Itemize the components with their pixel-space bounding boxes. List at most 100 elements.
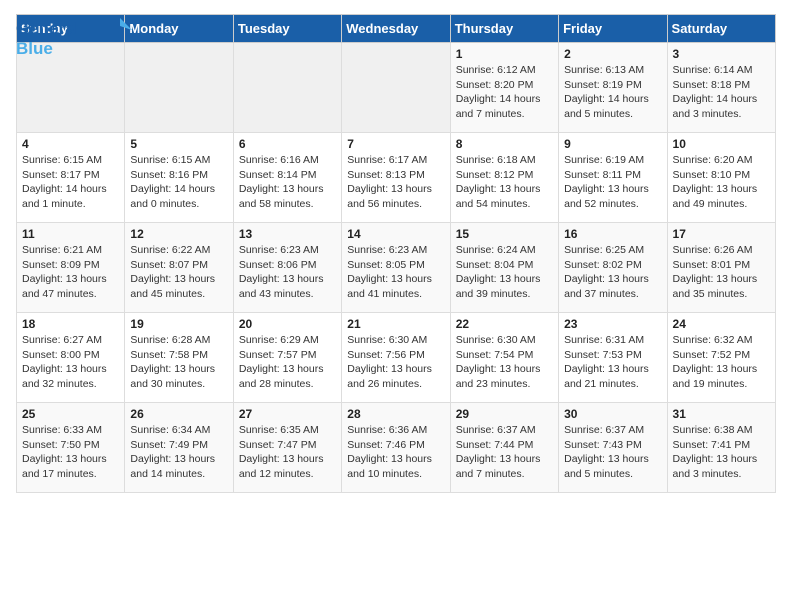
calendar-cell: 1 Sunrise: 6:12 AM Sunset: 8:20 PM Daylig… <box>450 43 558 133</box>
day-number: 29 <box>456 407 553 421</box>
weekday-header-thursday: Thursday <box>450 15 558 43</box>
day-number: 16 <box>564 227 661 241</box>
day-number: 10 <box>673 137 770 151</box>
svg-text:General: General <box>16 19 79 38</box>
day-info: Sunrise: 6:37 AM Sunset: 7:44 PM Dayligh… <box>456 423 553 482</box>
calendar-cell: 29 Sunrise: 6:37 AM Sunset: 7:44 PM Dayli… <box>450 403 558 493</box>
day-number: 15 <box>456 227 553 241</box>
calendar-table: SundayMondayTuesdayWednesdayThursdayFrid… <box>16 14 776 493</box>
calendar-cell: 4 Sunrise: 6:15 AM Sunset: 8:17 PM Daylig… <box>17 133 125 223</box>
day-number: 14 <box>347 227 444 241</box>
day-info: Sunrise: 6:20 AM Sunset: 8:10 PM Dayligh… <box>673 153 770 212</box>
day-info: Sunrise: 6:24 AM Sunset: 8:04 PM Dayligh… <box>456 243 553 302</box>
day-info: Sunrise: 6:29 AM Sunset: 7:57 PM Dayligh… <box>239 333 336 392</box>
calendar-cell: 22Sunrise: 6:30 AM Sunset: 7:54 PM Dayli… <box>450 313 558 403</box>
day-info: Sunrise: 6:15 AM Sunset: 8:17 PM Dayligh… <box>22 153 119 212</box>
calendar-cell: 9 Sunrise: 6:19 AM Sunset: 8:11 PM Daylig… <box>559 133 667 223</box>
day-number: 17 <box>673 227 770 241</box>
day-number: 26 <box>130 407 227 421</box>
day-info: Sunrise: 6:16 AM Sunset: 8:14 PM Dayligh… <box>239 153 336 212</box>
calendar-cell <box>233 43 341 133</box>
day-number: 13 <box>239 227 336 241</box>
calendar-cell: 24 Sunrise: 6:32 AM Sunset: 7:52 PM Dayli… <box>667 313 775 403</box>
calendar-cell: 20 Sunrise: 6:29 AM Sunset: 7:57 PM Dayli… <box>233 313 341 403</box>
day-info: Sunrise: 6:34 AM Sunset: 7:49 PM Dayligh… <box>130 423 227 482</box>
day-info: Sunrise: 6:22 AM Sunset: 8:07 PM Dayligh… <box>130 243 227 302</box>
day-number: 7 <box>347 137 444 151</box>
calendar-cell: 31 Sunrise: 6:38 AM Sunset: 7:41 PM Dayli… <box>667 403 775 493</box>
week-row-4: 18Sunrise: 6:27 AM Sunset: 8:00 PM Dayli… <box>17 313 776 403</box>
weekday-header-wednesday: Wednesday <box>342 15 450 43</box>
calendar-cell: 11 Sunrise: 6:21 AM Sunset: 8:09 PM Dayli… <box>17 223 125 313</box>
day-info: Sunrise: 6:18 AM Sunset: 8:12 PM Dayligh… <box>456 153 553 212</box>
day-number: 12 <box>130 227 227 241</box>
day-number: 25 <box>22 407 119 421</box>
calendar-cell: 2Sunrise: 6:13 AM Sunset: 8:19 PM Daylig… <box>559 43 667 133</box>
day-number: 21 <box>347 317 444 331</box>
day-number: 1 <box>456 47 553 61</box>
calendar-cell <box>125 43 233 133</box>
calendar-cell: 27 Sunrise: 6:35 AM Sunset: 7:47 PM Dayli… <box>233 403 341 493</box>
calendar-cell: 8 Sunrise: 6:18 AM Sunset: 8:12 PM Daylig… <box>450 133 558 223</box>
day-info: Sunrise: 6:12 AM Sunset: 8:20 PM Dayligh… <box>456 63 553 122</box>
calendar-cell: 6Sunrise: 6:16 AM Sunset: 8:14 PM Daylig… <box>233 133 341 223</box>
day-info: Sunrise: 6:25 AM Sunset: 8:02 PM Dayligh… <box>564 243 661 302</box>
calendar-cell: 26 Sunrise: 6:34 AM Sunset: 7:49 PM Dayli… <box>125 403 233 493</box>
day-info: Sunrise: 6:17 AM Sunset: 8:13 PM Dayligh… <box>347 153 444 212</box>
day-info: Sunrise: 6:38 AM Sunset: 7:41 PM Dayligh… <box>673 423 770 482</box>
calendar-cell: 15 Sunrise: 6:24 AM Sunset: 8:04 PM Dayli… <box>450 223 558 313</box>
weekday-header-monday: Monday <box>125 15 233 43</box>
day-info: Sunrise: 6:19 AM Sunset: 8:11 PM Dayligh… <box>564 153 661 212</box>
day-info: Sunrise: 6:23 AM Sunset: 8:06 PM Dayligh… <box>239 243 336 302</box>
day-info: Sunrise: 6:32 AM Sunset: 7:52 PM Dayligh… <box>673 333 770 392</box>
day-info: Sunrise: 6:31 AM Sunset: 7:53 PM Dayligh… <box>564 333 661 392</box>
svg-text:Blue: Blue <box>16 39 53 58</box>
day-info: Sunrise: 6:15 AM Sunset: 8:16 PM Dayligh… <box>130 153 227 212</box>
weekday-header-friday: Friday <box>559 15 667 43</box>
generalblue-logo-icon: General Blue <box>16 0 70 6</box>
day-number: 11 <box>22 227 119 241</box>
day-info: Sunrise: 6:21 AM Sunset: 8:09 PM Dayligh… <box>22 243 119 302</box>
weekday-header-tuesday: Tuesday <box>233 15 341 43</box>
week-row-2: 4 Sunrise: 6:15 AM Sunset: 8:17 PM Daylig… <box>17 133 776 223</box>
calendar-cell: 13 Sunrise: 6:23 AM Sunset: 8:06 PM Dayli… <box>233 223 341 313</box>
calendar-cell: 18Sunrise: 6:27 AM Sunset: 8:00 PM Dayli… <box>17 313 125 403</box>
day-info: Sunrise: 6:35 AM Sunset: 7:47 PM Dayligh… <box>239 423 336 482</box>
day-number: 5 <box>130 137 227 151</box>
day-number: 20 <box>239 317 336 331</box>
calendar-cell: 7 Sunrise: 6:17 AM Sunset: 8:13 PM Daylig… <box>342 133 450 223</box>
day-info: Sunrise: 6:33 AM Sunset: 7:50 PM Dayligh… <box>22 423 119 482</box>
day-number: 27 <box>239 407 336 421</box>
logo-final: General Blue <box>16 16 136 60</box>
day-info: Sunrise: 6:14 AM Sunset: 8:18 PM Dayligh… <box>673 63 770 122</box>
day-number: 31 <box>673 407 770 421</box>
calendar-cell: 10 Sunrise: 6:20 AM Sunset: 8:10 PM Dayli… <box>667 133 775 223</box>
day-number: 30 <box>564 407 661 421</box>
day-number: 24 <box>673 317 770 331</box>
day-info: Sunrise: 6:23 AM Sunset: 8:05 PM Dayligh… <box>347 243 444 302</box>
day-number: 9 <box>564 137 661 151</box>
calendar-cell: 14 Sunrise: 6:23 AM Sunset: 8:05 PM Dayli… <box>342 223 450 313</box>
day-info: Sunrise: 6:28 AM Sunset: 7:58 PM Dayligh… <box>130 333 227 392</box>
calendar-cell: 16 Sunrise: 6:25 AM Sunset: 8:02 PM Dayli… <box>559 223 667 313</box>
calendar-cell: 17 Sunrise: 6:26 AM Sunset: 8:01 PM Dayli… <box>667 223 775 313</box>
day-number: 2 <box>564 47 661 61</box>
day-number: 28 <box>347 407 444 421</box>
day-number: 23 <box>564 317 661 331</box>
day-number: 19 <box>130 317 227 331</box>
day-info: Sunrise: 6:37 AM Sunset: 7:43 PM Dayligh… <box>564 423 661 482</box>
day-info: Sunrise: 6:30 AM Sunset: 7:54 PM Dayligh… <box>456 333 553 392</box>
day-info: Sunrise: 6:26 AM Sunset: 8:01 PM Dayligh… <box>673 243 770 302</box>
calendar-cell: 30 Sunrise: 6:37 AM Sunset: 7:43 PM Dayli… <box>559 403 667 493</box>
calendar-cell: 12 Sunrise: 6:22 AM Sunset: 8:07 PM Dayli… <box>125 223 233 313</box>
week-row-3: 11 Sunrise: 6:21 AM Sunset: 8:09 PM Dayli… <box>17 223 776 313</box>
calendar-cell: 23 Sunrise: 6:31 AM Sunset: 7:53 PM Dayli… <box>559 313 667 403</box>
day-number: 3 <box>673 47 770 61</box>
calendar-cell: 28 Sunrise: 6:36 AM Sunset: 7:46 PM Dayli… <box>342 403 450 493</box>
logo-svg: General Blue <box>16 16 136 60</box>
day-number: 8 <box>456 137 553 151</box>
calendar-cell <box>342 43 450 133</box>
day-info: Sunrise: 6:36 AM Sunset: 7:46 PM Dayligh… <box>347 423 444 482</box>
day-number: 4 <box>22 137 119 151</box>
calendar-cell: 21Sunrise: 6:30 AM Sunset: 7:56 PM Dayli… <box>342 313 450 403</box>
